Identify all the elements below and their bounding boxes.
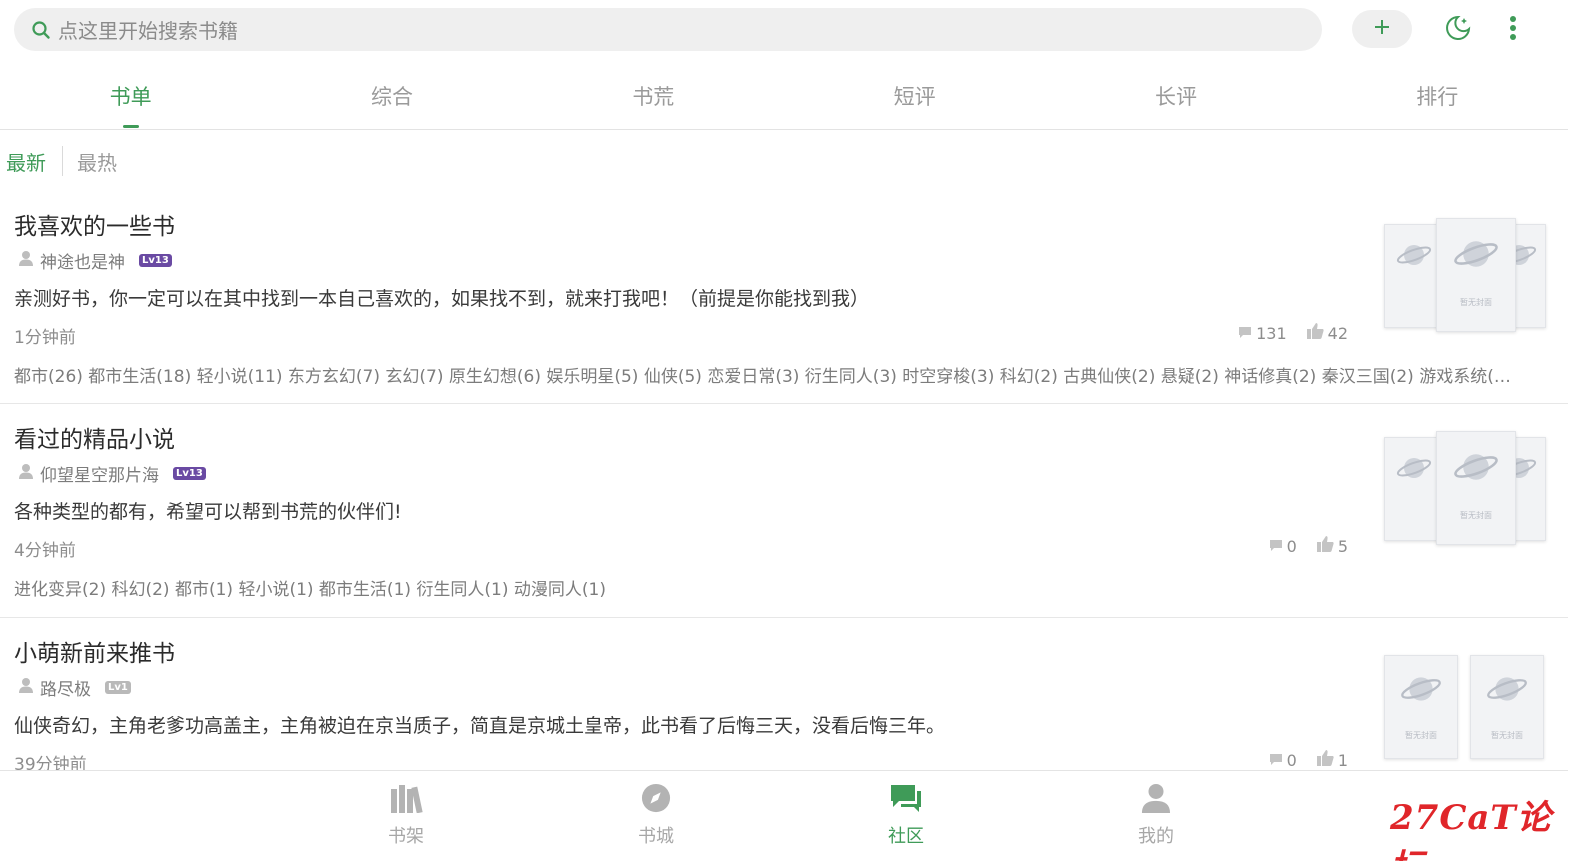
compass-icon [640, 783, 672, 818]
list-item[interactable]: 我喜欢的一些书 神途也是神 Lv 13 亲测好书，你一定可以在其中找到一本自己喜欢… [0, 192, 1568, 404]
book-covers[interactable]: 暂无封面 暂无封面 [1380, 653, 1550, 763]
cover-placeholder-text: 暂无封面 [1460, 298, 1492, 307]
list-item[interactable]: 看过的精品小说 仰望星空那片海 Lv 13 各种类型的都有，希望可以帮到书荒的伙伴… [0, 405, 1568, 618]
bookshelf-icon [389, 783, 423, 818]
moon-icon [1444, 14, 1472, 46]
sort-hottest[interactable]: 最热 [77, 147, 117, 176]
tab-short-review[interactable]: 短评 [784, 62, 1045, 129]
tab-book-shortage[interactable]: 书荒 [523, 62, 784, 129]
post-time: 1分钟前 [14, 328, 76, 348]
book-cover [1384, 437, 1444, 541]
search-icon [30, 19, 52, 41]
author-name[interactable]: 仰望星空那片海 [40, 461, 159, 486]
booklist-description: 亲测好书，你一定可以在其中找到一本自己喜欢的，如果找不到，就来打我吧！（前提是你… [14, 288, 870, 310]
nav-community[interactable]: 社区 [856, 783, 956, 848]
planet-icon [1400, 668, 1442, 714]
author-row: 仰望星空那片海 Lv 13 [18, 461, 206, 486]
like-count[interactable]: 5 [1313, 536, 1348, 556]
author-row: 路尽极 Lv 1 [18, 675, 131, 700]
comment-icon [1269, 751, 1283, 770]
tab-general[interactable]: 综合 [261, 62, 522, 129]
search-input[interactable]: 点这里开始搜索书籍 [14, 8, 1322, 51]
author-row: 神途也是神 Lv 13 [18, 248, 172, 273]
comment-icon [1238, 324, 1252, 343]
book-cover: 暂无封面 [1436, 431, 1516, 545]
planet-icon [1396, 237, 1432, 277]
user-icon [1140, 783, 1172, 818]
cover-placeholder-text: 暂无封面 [1491, 731, 1523, 740]
comment-count: 131 [1234, 324, 1287, 343]
book-covers[interactable]: 暂无封面 [1380, 216, 1550, 336]
level-value: 13 [188, 468, 203, 479]
search-placeholder: 点这里开始搜索书籍 [58, 19, 238, 43]
stats: 0 5 [1249, 536, 1348, 556]
booklist-title: 看过的精品小说 [14, 427, 175, 453]
user-icon [18, 677, 34, 698]
comment-count: 0 [1265, 751, 1297, 770]
author-name[interactable]: 神途也是神 [40, 248, 125, 273]
tab-booklist[interactable]: 书单 [0, 62, 261, 129]
list-item[interactable]: 小萌新前来推书 路尽极 Lv 1 仙侠奇幻，主角老爹功高盖主，主角被迫在京当质子，… [0, 619, 1568, 775]
sort-latest[interactable]: 最新 [6, 147, 46, 176]
more-menu-button[interactable] [1500, 13, 1526, 47]
category-tabs: 书单 综合 书荒 短评 长评 排行 [0, 62, 1568, 130]
book-cover: 暂无封面 [1470, 655, 1544, 759]
nav-bookstore[interactable]: 书城 [606, 783, 706, 848]
level-value: 1 [120, 682, 128, 693]
comment-count: 0 [1265, 537, 1297, 556]
watermark: 27CaT论坛 [1390, 798, 1552, 861]
bottom-navigation: 书架 书城 社区 我的 [0, 770, 1568, 861]
thumbs-up-icon [1316, 750, 1334, 770]
level-badge: Lv 1 [105, 681, 131, 694]
chat-bubbles-icon [889, 783, 923, 818]
stats: 0 1 [1249, 750, 1348, 770]
night-mode-button[interactable] [1440, 13, 1476, 47]
cover-placeholder-text: 暂无封面 [1460, 511, 1492, 520]
add-button[interactable] [1352, 10, 1412, 48]
user-icon [18, 250, 34, 271]
booklist-description: 各种类型的都有，希望可以帮到书荒的伙伴们! [14, 501, 402, 523]
planet-icon [1486, 668, 1528, 714]
book-cover [1384, 224, 1444, 328]
author-name[interactable]: 路尽极 [40, 675, 91, 700]
comment-icon [1269, 537, 1283, 556]
book-covers[interactable]: 暂无封面 [1380, 429, 1550, 549]
sort-switch: 最新 最热 [6, 144, 117, 178]
like-count[interactable]: 1 [1313, 750, 1348, 770]
plus-icon [1373, 18, 1391, 40]
divider [62, 146, 63, 176]
level-value: 13 [154, 255, 169, 266]
thumbs-up-icon [1306, 323, 1324, 343]
tab-ranking[interactable]: 排行 [1307, 62, 1568, 129]
booklist-title: 小萌新前来推书 [14, 641, 175, 667]
top-bar: 点这里开始搜索书籍 [0, 0, 1584, 62]
more-vertical-icon [1509, 15, 1517, 45]
cover-placeholder-text: 暂无封面 [1405, 731, 1437, 740]
user-icon [18, 463, 34, 484]
planet-icon [1453, 444, 1499, 494]
level-badge: Lv 13 [139, 254, 172, 267]
level-badge: Lv 13 [173, 467, 206, 480]
book-cover: 暂无封面 [1384, 655, 1458, 759]
planet-icon [1453, 231, 1499, 281]
post-time: 4分钟前 [14, 541, 76, 561]
stats: 131 42 [1218, 323, 1348, 343]
nav-mine[interactable]: 我的 [1106, 783, 1206, 848]
booklist-title: 我喜欢的一些书 [14, 214, 175, 240]
tag-list: 都市(26) 都市生活(18) 轻小说(11) 东方玄幻(7) 玄幻(7) 原生… [14, 367, 1514, 387]
tab-long-review[interactable]: 长评 [1045, 62, 1306, 129]
tag-list: 进化变异(2) 科幻(2) 都市(1) 轻小说(1) 都市生活(1) 衍生同人(… [14, 580, 606, 600]
like-count[interactable]: 42 [1303, 323, 1348, 343]
book-cover: 暂无封面 [1436, 218, 1516, 332]
planet-icon [1396, 450, 1432, 490]
nav-bookshelf[interactable]: 书架 [356, 783, 456, 848]
thumbs-up-icon [1316, 536, 1334, 556]
booklist-description: 仙侠奇幻，主角老爹功高盖主，主角被迫在京当质子，简直是京城土皇帝，此书看了后悔三… [14, 715, 946, 737]
